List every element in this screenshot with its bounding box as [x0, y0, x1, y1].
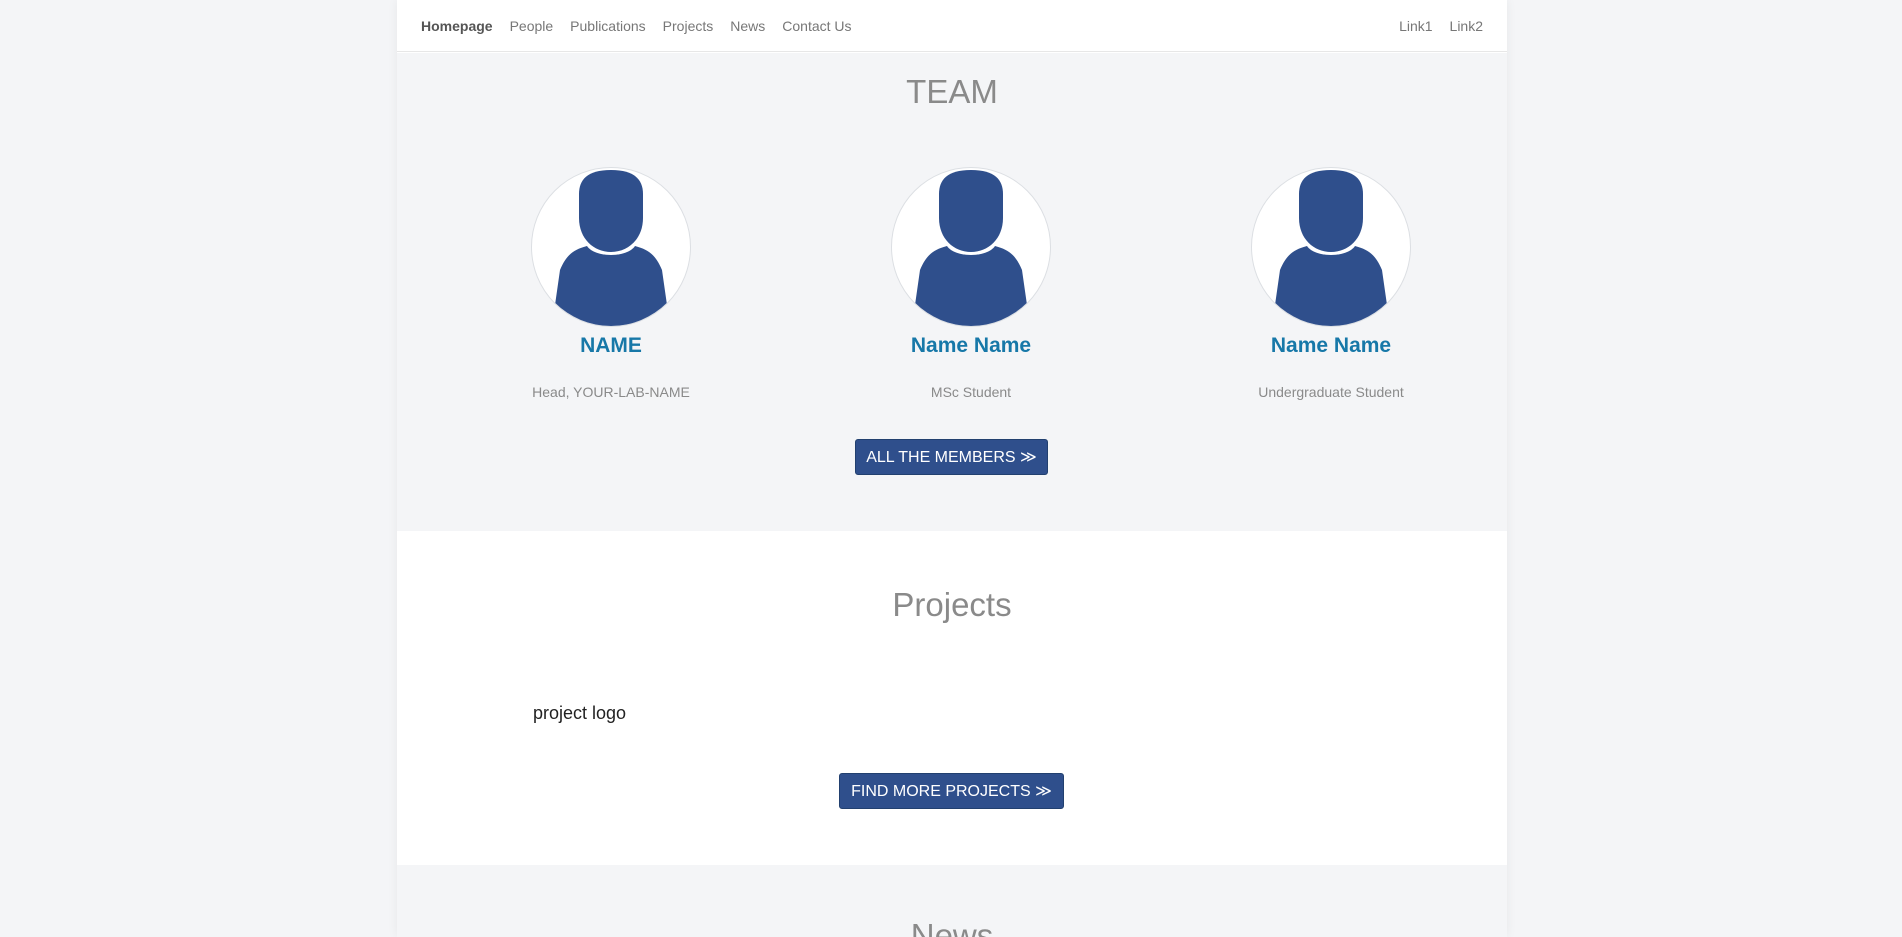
nav-link1[interactable]: Link1: [1399, 18, 1432, 34]
projects-title: Projects: [892, 586, 1012, 623]
nav-right: Link1 Link2: [1382, 18, 1483, 34]
team-title: TEAM: [906, 73, 998, 110]
person-icon: [1272, 170, 1390, 326]
news-title: News: [910, 917, 994, 937]
news-section: News: [397, 865, 1507, 937]
nav-contact-us[interactable]: Contact Us: [782, 18, 851, 34]
team-section: TEAM NAME Head, YOUR-LAB-NAME Name Name …: [397, 53, 1507, 531]
member-role: Undergraduate Student: [1258, 384, 1404, 400]
team-member-card: Name Name Undergraduate Student: [1231, 167, 1431, 400]
member-avatar[interactable]: [1251, 167, 1411, 327]
nav-link2[interactable]: Link2: [1450, 18, 1483, 34]
project-logo-image[interactable]: project logo: [533, 703, 626, 724]
member-role: MSc Student: [930, 384, 1012, 400]
projects-section: Projects project logo FIND MORE PROJECTS…: [397, 531, 1507, 865]
member-avatar[interactable]: [531, 167, 691, 327]
navbar: Homepage People Publications Projects Ne…: [397, 0, 1507, 52]
person-icon: [552, 170, 670, 326]
member-name[interactable]: Name Name: [1231, 334, 1431, 360]
team-member-card: Name Name MSc Student: [871, 167, 1071, 400]
page: Homepage People Publications Projects Ne…: [397, 0, 1507, 937]
nav-people[interactable]: People: [510, 18, 554, 34]
member-name[interactable]: NAME: [511, 334, 711, 360]
nav-homepage[interactable]: Homepage: [421, 18, 493, 34]
nav-publications[interactable]: Publications: [570, 18, 646, 34]
member-name[interactable]: Name Name: [871, 334, 1071, 360]
nav-left: Homepage People Publications Projects Ne…: [421, 18, 869, 34]
team-member-card: NAME Head, YOUR-LAB-NAME: [511, 167, 711, 400]
member-avatar[interactable]: [891, 167, 1051, 327]
find-more-projects-button[interactable]: FIND MORE PROJECTS ≫: [839, 773, 1064, 809]
nav-news[interactable]: News: [730, 18, 765, 34]
member-role: Head, YOUR-LAB-NAME: [532, 384, 690, 400]
nav-projects[interactable]: Projects: [663, 18, 714, 34]
all-members-button[interactable]: ALL THE MEMBERS ≫: [855, 439, 1048, 475]
person-icon: [912, 170, 1030, 326]
